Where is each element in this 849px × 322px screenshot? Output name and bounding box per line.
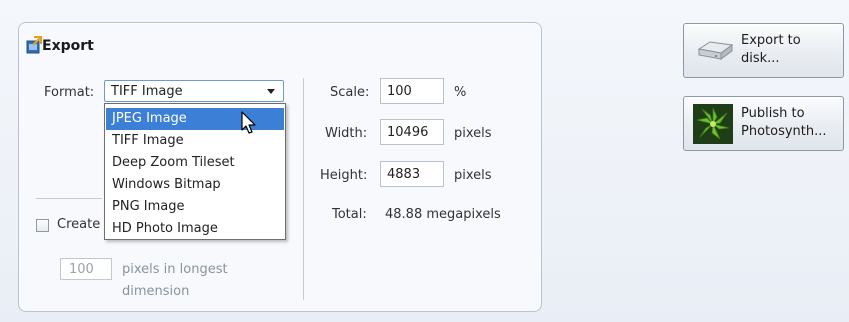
scale-unit: %	[454, 85, 467, 100]
scale-input[interactable]: 100	[380, 78, 444, 104]
width-label: Width:	[325, 126, 368, 141]
publish-to-photosynth-button[interactable]: Publish to Photosynth...	[683, 96, 844, 151]
format-option-png[interactable]: PNG Image	[106, 196, 284, 218]
export-to-disk-button[interactable]: Export to disk...	[683, 23, 844, 78]
export-disk-line2: disk...	[741, 51, 780, 66]
width-unit: pixels	[454, 126, 492, 141]
publish-label: Publish to Photosynth...	[741, 105, 827, 141]
mouse-cursor-icon	[241, 111, 256, 134]
publish-line2: Photosynth...	[741, 124, 827, 139]
scale-label: Scale:	[330, 85, 370, 100]
panel-title: Export	[42, 38, 94, 54]
longest-dimension-label: pixels in longest	[122, 262, 228, 277]
longest-dimension-input[interactable]: 100	[60, 258, 112, 280]
height-label: Height:	[320, 168, 368, 183]
height-unit: pixels	[454, 168, 492, 183]
format-label: Format:	[44, 85, 95, 100]
section-divider	[36, 198, 102, 199]
create-thumbnail-checkbox[interactable]	[36, 219, 49, 232]
format-dropdown[interactable]: TIFF Image	[104, 80, 284, 102]
width-input[interactable]: 10496	[380, 119, 444, 145]
export-to-disk-label: Export to disk...	[741, 32, 801, 68]
export-icon	[26, 36, 42, 54]
disk-drive-icon	[697, 41, 734, 60]
create-checkbox-label[interactable]: Create	[57, 217, 100, 232]
format-option-hd-photo[interactable]: HD Photo Image	[106, 218, 284, 240]
format-option-deep-zoom[interactable]: Deep Zoom Tileset	[106, 152, 284, 174]
publish-line1: Publish to	[741, 106, 805, 121]
longest-dimension-label-2: dimension	[122, 284, 190, 299]
export-disk-line1: Export to	[741, 33, 801, 48]
photosynth-leaf-icon	[693, 104, 733, 144]
total-label: Total:	[332, 207, 367, 222]
column-divider	[303, 78, 304, 300]
chevron-down-icon[interactable]	[267, 89, 275, 94]
total-value: 48.88 megapixels	[385, 207, 501, 222]
format-option-bitmap[interactable]: Windows Bitmap	[106, 174, 284, 196]
height-input[interactable]: 4883	[380, 161, 444, 187]
format-selected-value: TIFF Image	[111, 84, 183, 99]
